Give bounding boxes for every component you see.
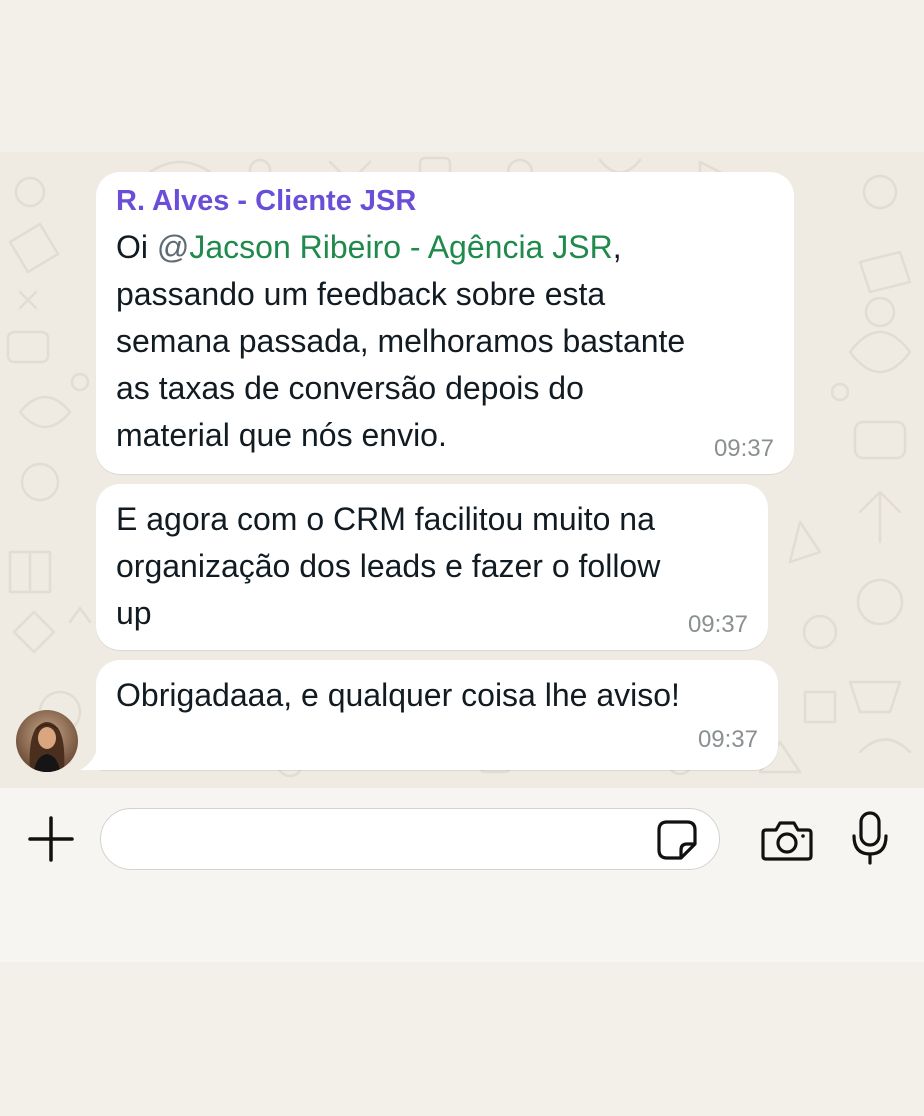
message-line: semana passada, melhoramos bastante	[116, 323, 686, 359]
message-timestamp: 09:37	[697, 726, 758, 753]
message-text: Oi @Jacson Ribeiro - Agência JSR, passan…	[116, 224, 685, 459]
sticker-icon[interactable]	[655, 818, 699, 862]
message-line: up	[116, 595, 152, 631]
message-timestamp: 09:37	[713, 435, 774, 462]
mention-at-symbol: @	[156, 229, 190, 265]
message-line: organização dos leads e fazer o follow	[116, 548, 661, 584]
message-line: Oi @Jacson Ribeiro - Agência JSR,	[116, 224, 685, 271]
message-bubble[interactable]: R. Alves - Cliente JSR Oi @Jacson Ribeir…	[96, 172, 794, 474]
bottom-spacer	[0, 962, 924, 1116]
message-text-suffix: ,	[612, 229, 622, 265]
camera-icon[interactable]	[760, 818, 814, 862]
message-composer-bar	[0, 788, 924, 962]
mention-link[interactable]: Jacson Ribeiro - Agência JSR	[189, 229, 612, 265]
message-line: passando um feedback sobre esta	[116, 276, 606, 312]
message-line: E agora com o CRM facilitou muito na	[116, 501, 655, 537]
bubble-tail	[80, 738, 110, 770]
microphone-icon[interactable]	[850, 810, 890, 866]
message-bubble[interactable]: Obrigadaaa, e qualquer coisa lhe aviso! …	[96, 660, 778, 770]
message-text: E agora com o CRM facilitou muito na org…	[116, 496, 660, 637]
avatar[interactable]	[16, 710, 78, 772]
message-bubble[interactable]: E agora com o CRM facilitou muito na org…	[96, 484, 768, 650]
message-text: Obrigadaaa, e qualquer coisa lhe aviso!	[116, 672, 680, 719]
message-line: as taxas de conversão depois do	[116, 370, 584, 406]
sender-name[interactable]: R. Alves - Cliente JSR	[116, 185, 416, 218]
message-timestamp: 09:37	[687, 611, 748, 638]
message-line: Obrigadaaa, e qualquer coisa lhe aviso!	[116, 677, 680, 713]
plus-icon[interactable]	[26, 814, 76, 864]
avatar-image	[16, 710, 78, 772]
message-input[interactable]	[100, 808, 720, 870]
message-text-prefix: Oi	[116, 229, 157, 265]
chat-area: R. Alves - Cliente JSR Oi @Jacson Ribeir…	[0, 152, 924, 788]
message-line: material que nós envio.	[116, 417, 447, 453]
